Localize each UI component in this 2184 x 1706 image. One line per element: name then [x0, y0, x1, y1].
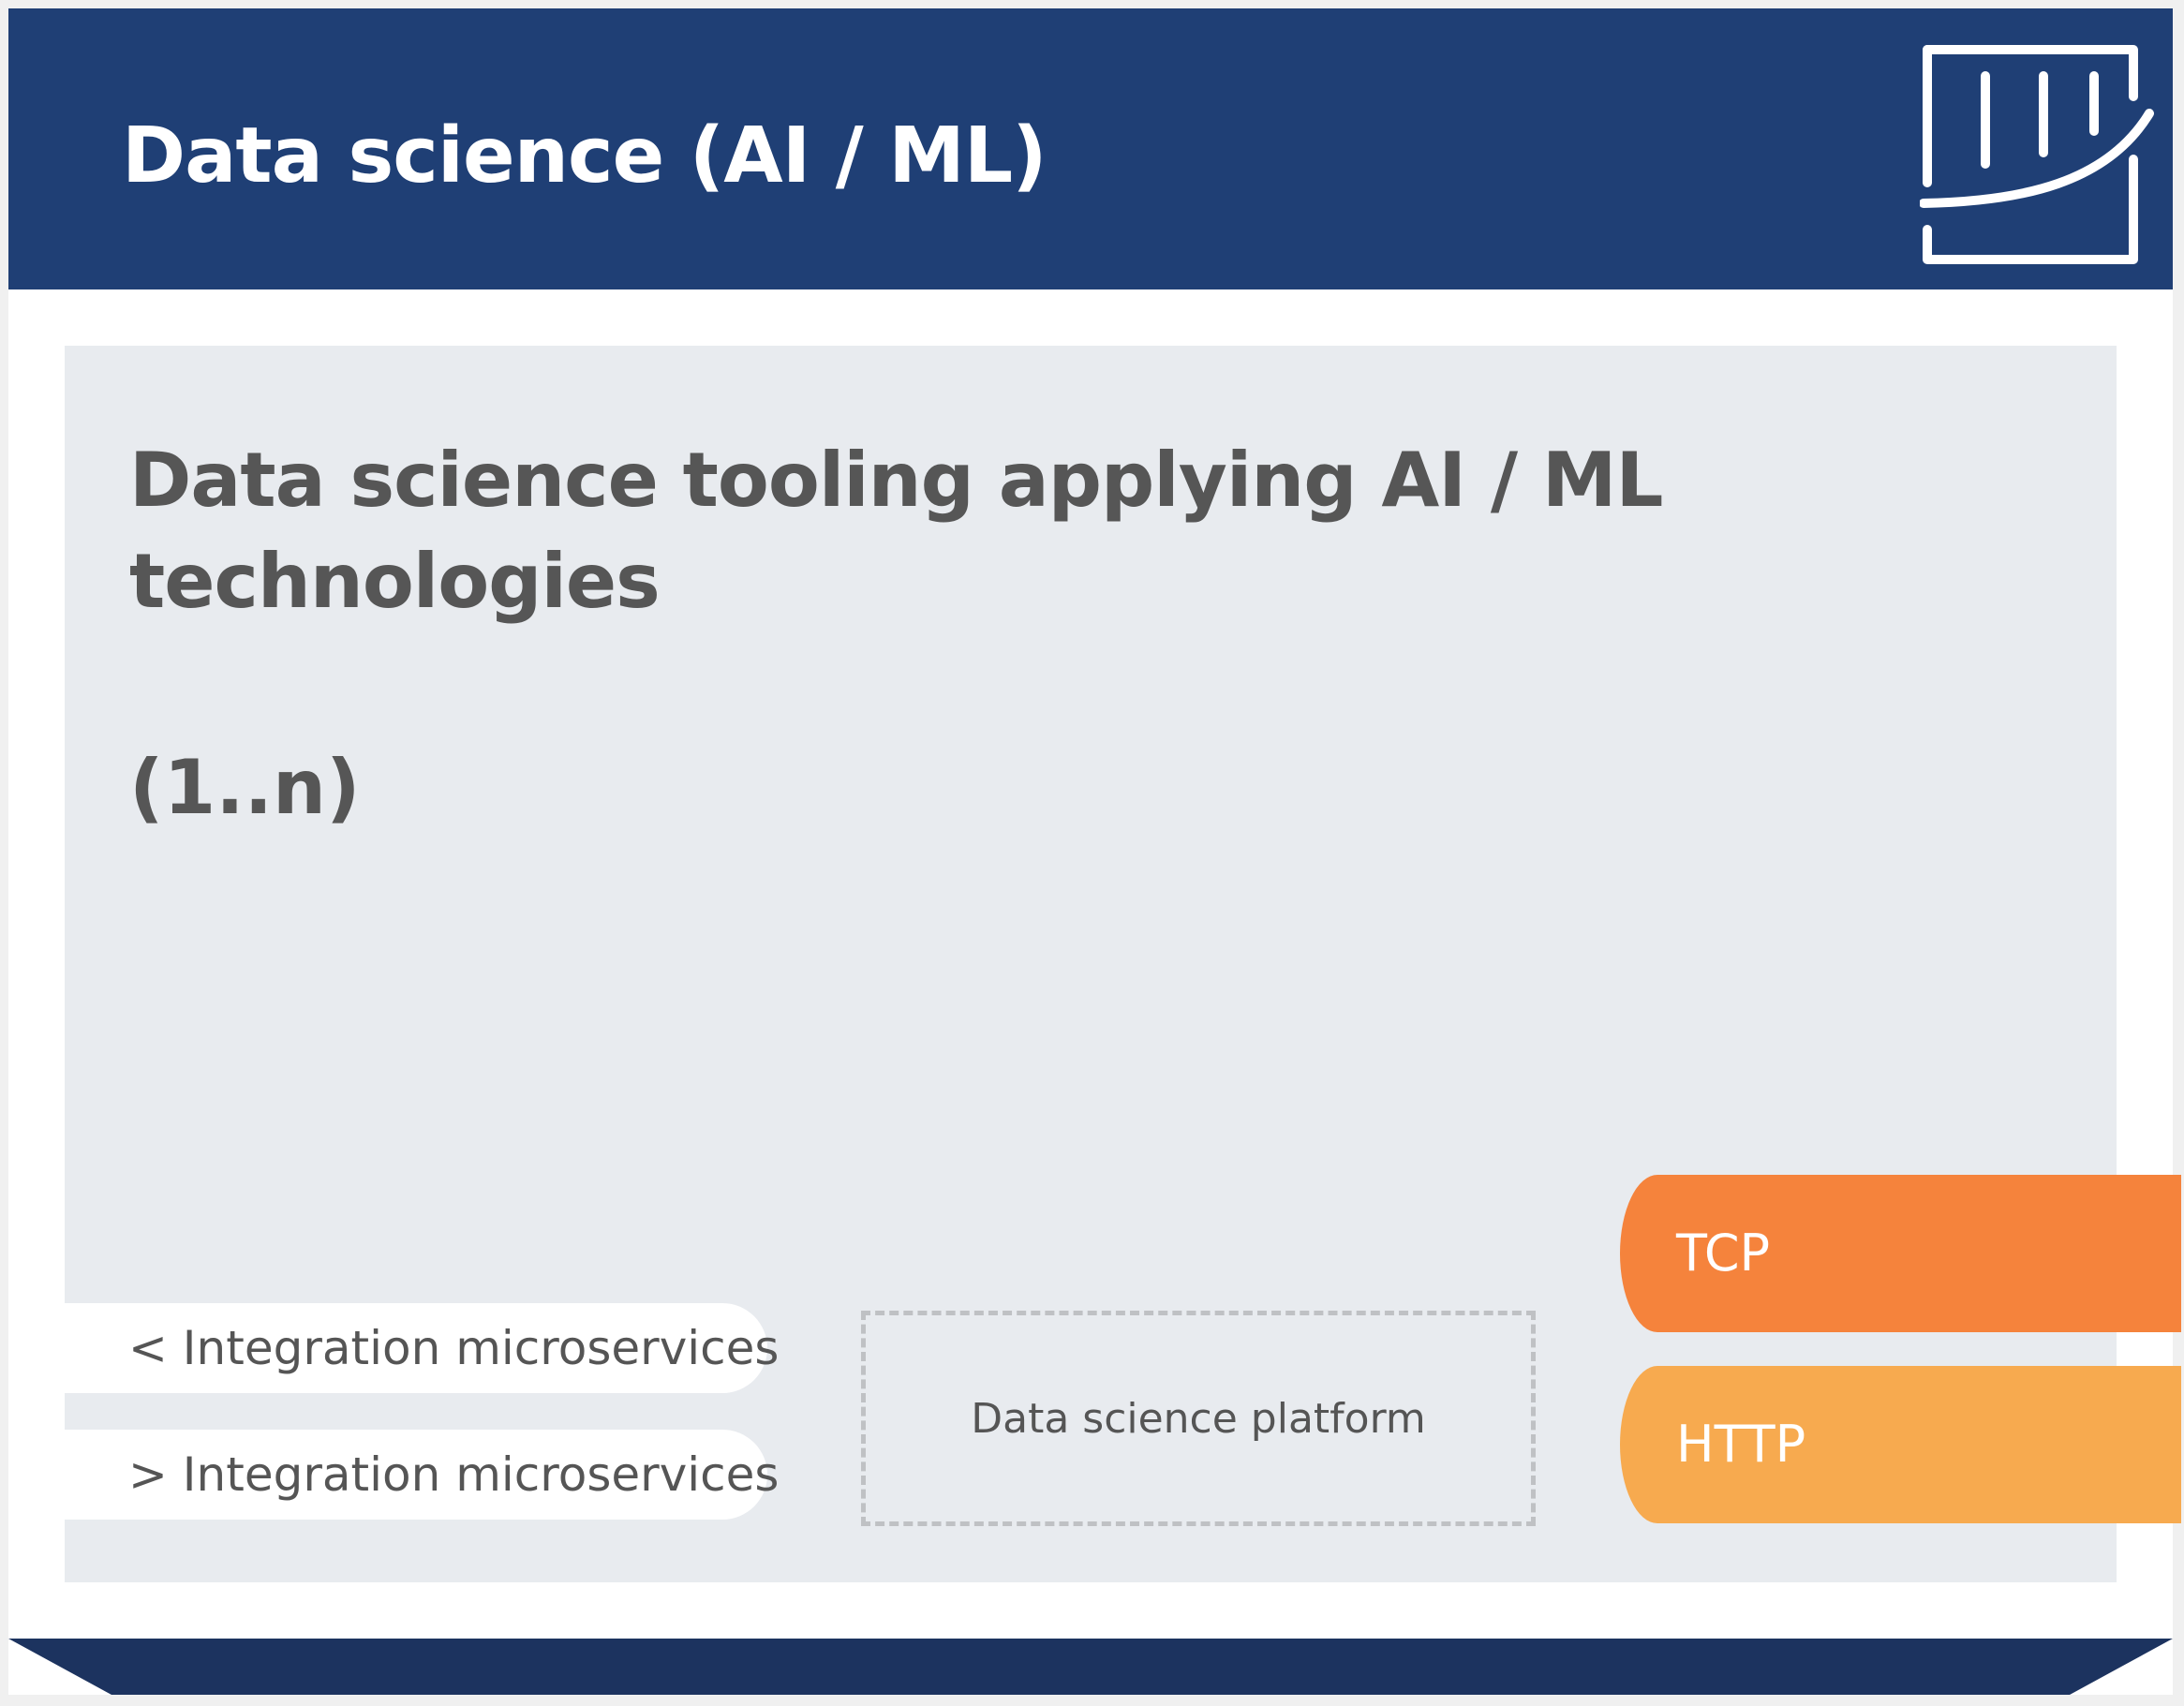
analytics-chart-icon: [1920, 45, 2154, 264]
platform-label: Data science platform: [971, 1394, 1426, 1443]
protocol-label-tcp: TCP: [1676, 1224, 1771, 1283]
header-title: Data science (AI / ML): [122, 111, 1047, 200]
diagram-card: Data science (AI / ML) Data science tool…: [8, 8, 2181, 1695]
integration-inbound-pill: < Integration microservices: [65, 1303, 779, 1393]
protocol-tab-http: HTTP: [1620, 1366, 2181, 1523]
protocol-label-http: HTTP: [1676, 1415, 1806, 1474]
footer-band: [8, 1639, 2173, 1695]
integration-outbound-pill: > Integration microservices: [65, 1430, 779, 1520]
integration-inbound-label: < Integration microservices: [128, 1321, 780, 1375]
integration-outbound-label: > Integration microservices: [128, 1447, 780, 1502]
header-bar: Data science (AI / ML): [8, 8, 2173, 289]
panel-title: Data science tooling applying AI / ML te…: [129, 437, 1664, 625]
multiplicity-label: (1..n): [129, 744, 361, 831]
data-science-platform-box: Data science platform: [861, 1311, 1536, 1526]
protocol-tab-tcp: TCP: [1620, 1175, 2181, 1332]
